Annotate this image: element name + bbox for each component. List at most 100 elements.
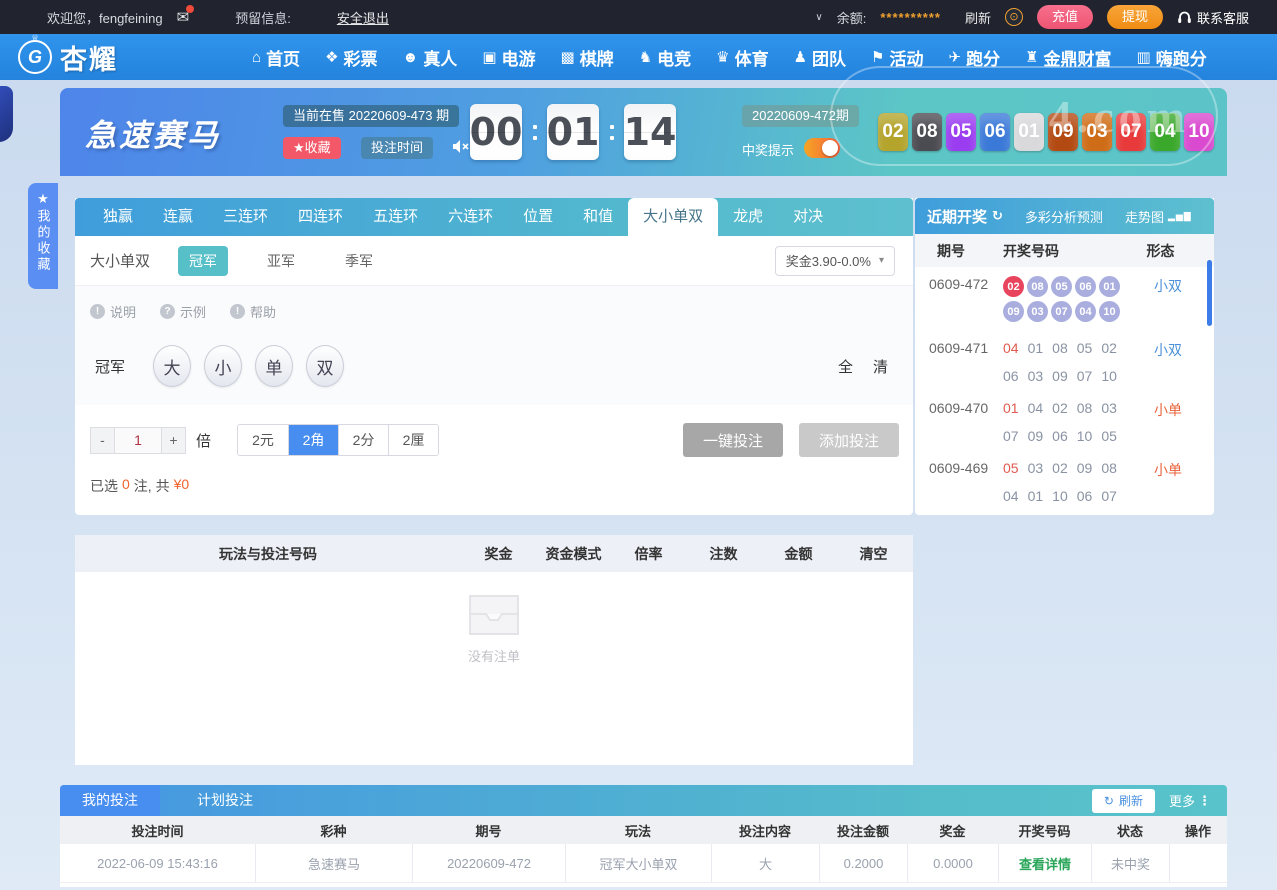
result-row: 0609-469 05 03 02 09 08 04 01 10 06 07 小单	[915, 451, 1214, 511]
withdraw-button[interactable]: 提现	[1106, 5, 1163, 29]
unit-li[interactable]: 2厘	[388, 425, 439, 455]
option-big[interactable]: 大	[153, 345, 192, 387]
win-tip-toggle[interactable]	[804, 138, 840, 158]
nav-item-lottery[interactable]: ❖ 彩票	[325, 45, 377, 70]
nav-item-live[interactable]: ☻ 真人	[403, 45, 458, 70]
scrollbar-thumb[interactable]	[1207, 260, 1212, 326]
tab-sanlianhuan[interactable]: 三连环	[208, 198, 283, 236]
help-shili[interactable]: ? 示例	[160, 302, 206, 321]
view-detail-link[interactable]: 查看详情	[1019, 854, 1071, 873]
star-icon: ★	[37, 191, 49, 206]
countdown-minutes: 01	[547, 104, 599, 160]
multiplier-input[interactable]	[115, 426, 161, 454]
result-ball: 08	[912, 113, 942, 151]
clear-link[interactable]: 清	[873, 356, 888, 377]
countdown-seconds: 14	[624, 104, 676, 160]
nav-item-sports[interactable]: ♛ 体育	[716, 45, 768, 70]
odds-dropdown[interactable]: 奖金3.90-0.0% ▾	[774, 245, 895, 276]
result-ball: 10	[1099, 301, 1120, 322]
mail-icon[interactable]: ✉	[177, 5, 195, 26]
recent-title[interactable]: 近期开奖 ↻	[927, 206, 1003, 227]
position-third[interactable]: 季军	[334, 246, 384, 276]
unit-yuan[interactable]: 2元	[238, 425, 289, 455]
multiplier-minus-button[interactable]: -	[90, 426, 115, 454]
recharge-button[interactable]: 充值	[1036, 5, 1093, 29]
brand-logo[interactable]: ♕ G 杏耀	[18, 33, 118, 77]
bets-table-header: 投注时间 彩种 期号 玩法 投注内容 投注金额 奖金 开奖号码 状态 操作	[60, 816, 1227, 844]
nav-item-hipaofen[interactable]: ▥ 嗨跑分	[1137, 45, 1207, 70]
nav-item-team[interactable]: ♟ 团队	[794, 45, 846, 70]
bets-refresh-button[interactable]: ↻ 刷新	[1091, 788, 1155, 813]
position-row: 大小单双 冠军 亚军 季军 奖金3.90-0.0% ▾	[75, 236, 913, 285]
balance-value: **********	[880, 9, 941, 25]
tab-liulianhuan[interactable]: 六连环	[433, 198, 508, 236]
position-second[interactable]: 亚军	[256, 246, 306, 276]
tab-plan-bets[interactable]: 计划投注	[175, 785, 275, 816]
logout-link[interactable]: 安全退出	[337, 8, 389, 27]
betting-panel: 独赢 连赢 三连环 四连环 五连环 六连环 位置 和值 大小单双 龙虎 对决 大…	[75, 198, 913, 515]
tab-wulianhuan[interactable]: 五连环	[358, 198, 433, 236]
pick-row: 冠军 大 小 单 双 全 清	[90, 345, 898, 387]
pattern-label: 小单	[1154, 462, 1182, 478]
tab-duijue[interactable]: 对决	[778, 198, 838, 236]
nav-item-boardgames[interactable]: ▩ 棋牌	[561, 45, 614, 70]
recent-results-panel: 近期开奖 ↻ 多彩分析预测 走势图 ▂▅▇ 期号 开奖号码 形态 0609-47…	[915, 198, 1214, 515]
more-link[interactable]: 更多 ⋮	[1169, 791, 1211, 810]
nav-item-esports[interactable]: ♞ 电竞	[639, 45, 691, 70]
analysis-link[interactable]: 多彩分析预测	[1025, 207, 1103, 226]
balance-caret-icon[interactable]: ∨	[815, 12, 822, 23]
nav-item-paofen[interactable]: ✈ 跑分	[949, 45, 1001, 70]
my-favorites-tab[interactable]: ★ 我的收藏	[28, 183, 58, 289]
favorite-button[interactable]: ★收藏	[283, 137, 341, 159]
esports-icon: ♞	[638, 49, 653, 66]
result-ball: 05	[1051, 276, 1072, 297]
tab-duying[interactable]: 独赢	[88, 198, 148, 236]
empty-state: 没有注单	[75, 592, 913, 665]
team-icon: ♟	[793, 49, 808, 66]
gift-icon: ⚑	[871, 49, 885, 66]
trend-chart-link[interactable]: 走势图 ▂▅▇	[1125, 207, 1192, 226]
help-bangzhu[interactable]: ! 帮助	[230, 302, 276, 321]
topbar: 欢迎您，fengfeining ✉ 预留信息: 安全退出 ∨ 余额: *****…	[0, 0, 1277, 34]
option-even[interactable]: 双	[306, 345, 345, 387]
my-bets-tabs: 我的投注 计划投注 ↻ 刷新 更多 ⋮	[60, 785, 1227, 816]
table-row: 2022-06-09 15:43:16 急速赛马 20220609-472 冠军…	[60, 844, 1227, 882]
unit-jiao[interactable]: 2角	[288, 425, 339, 455]
nav-item-activity[interactable]: ⚑ 活动	[871, 45, 923, 70]
tab-my-bets[interactable]: 我的投注	[60, 785, 160, 816]
selected-count: 0	[122, 476, 130, 492]
option-odd[interactable]: 单	[255, 345, 294, 387]
option-small[interactable]: 小	[204, 345, 243, 387]
crown-icon: ♕	[30, 33, 40, 43]
position-champion[interactable]: 冠军	[178, 245, 229, 276]
eye-icon[interactable]: ⊙	[1004, 8, 1023, 26]
result-ball: 09	[1048, 113, 1078, 151]
recent-columns: 期号 开奖号码 形态	[915, 234, 1214, 267]
multiplier-plus-button[interactable]: +	[161, 426, 186, 454]
add-bet-button[interactable]: 添加投注	[798, 423, 899, 457]
tab-longhu[interactable]: 龙虎	[718, 198, 778, 236]
unit-fen[interactable]: 2分	[338, 425, 389, 455]
main-content: 急速赛马 当前在售 20220609-473 期 ★收藏 投注时间 00 01 …	[60, 88, 1227, 887]
refresh-icon[interactable]: ↻	[992, 208, 1003, 224]
nav-item-jinding[interactable]: ♜ 金鼎财富	[1025, 45, 1111, 70]
select-all-link[interactable]: 全	[838, 356, 853, 377]
side-widget-fragment[interactable]	[0, 86, 13, 142]
mute-icon[interactable]	[452, 139, 470, 159]
quick-bet-button[interactable]: 一键投注	[682, 423, 783, 457]
tab-lianying[interactable]: 连赢	[148, 198, 208, 236]
info-icon: !	[230, 304, 246, 319]
tab-daxiaodanshuang[interactable]: 大小单双	[628, 198, 719, 236]
bet-time-button[interactable]: 投注时间	[361, 137, 434, 159]
help-shuoming[interactable]: ! 说明	[90, 302, 136, 321]
result-ball: 01	[1014, 113, 1044, 151]
nav-item-home[interactable]: ⌂ 首页	[252, 45, 300, 70]
tab-weizhi[interactable]: 位置	[508, 198, 568, 236]
customer-service-link[interactable]: 联系客服	[1177, 8, 1249, 27]
nav-item-egames[interactable]: ▣ 电游	[482, 45, 535, 70]
tab-hezhi[interactable]: 和值	[568, 198, 628, 236]
colon-separator	[599, 124, 624, 140]
tab-silianhuan[interactable]: 四连环	[283, 198, 358, 236]
result-ball: 09	[1003, 301, 1024, 322]
balance-refresh-link[interactable]: 刷新	[965, 8, 991, 27]
